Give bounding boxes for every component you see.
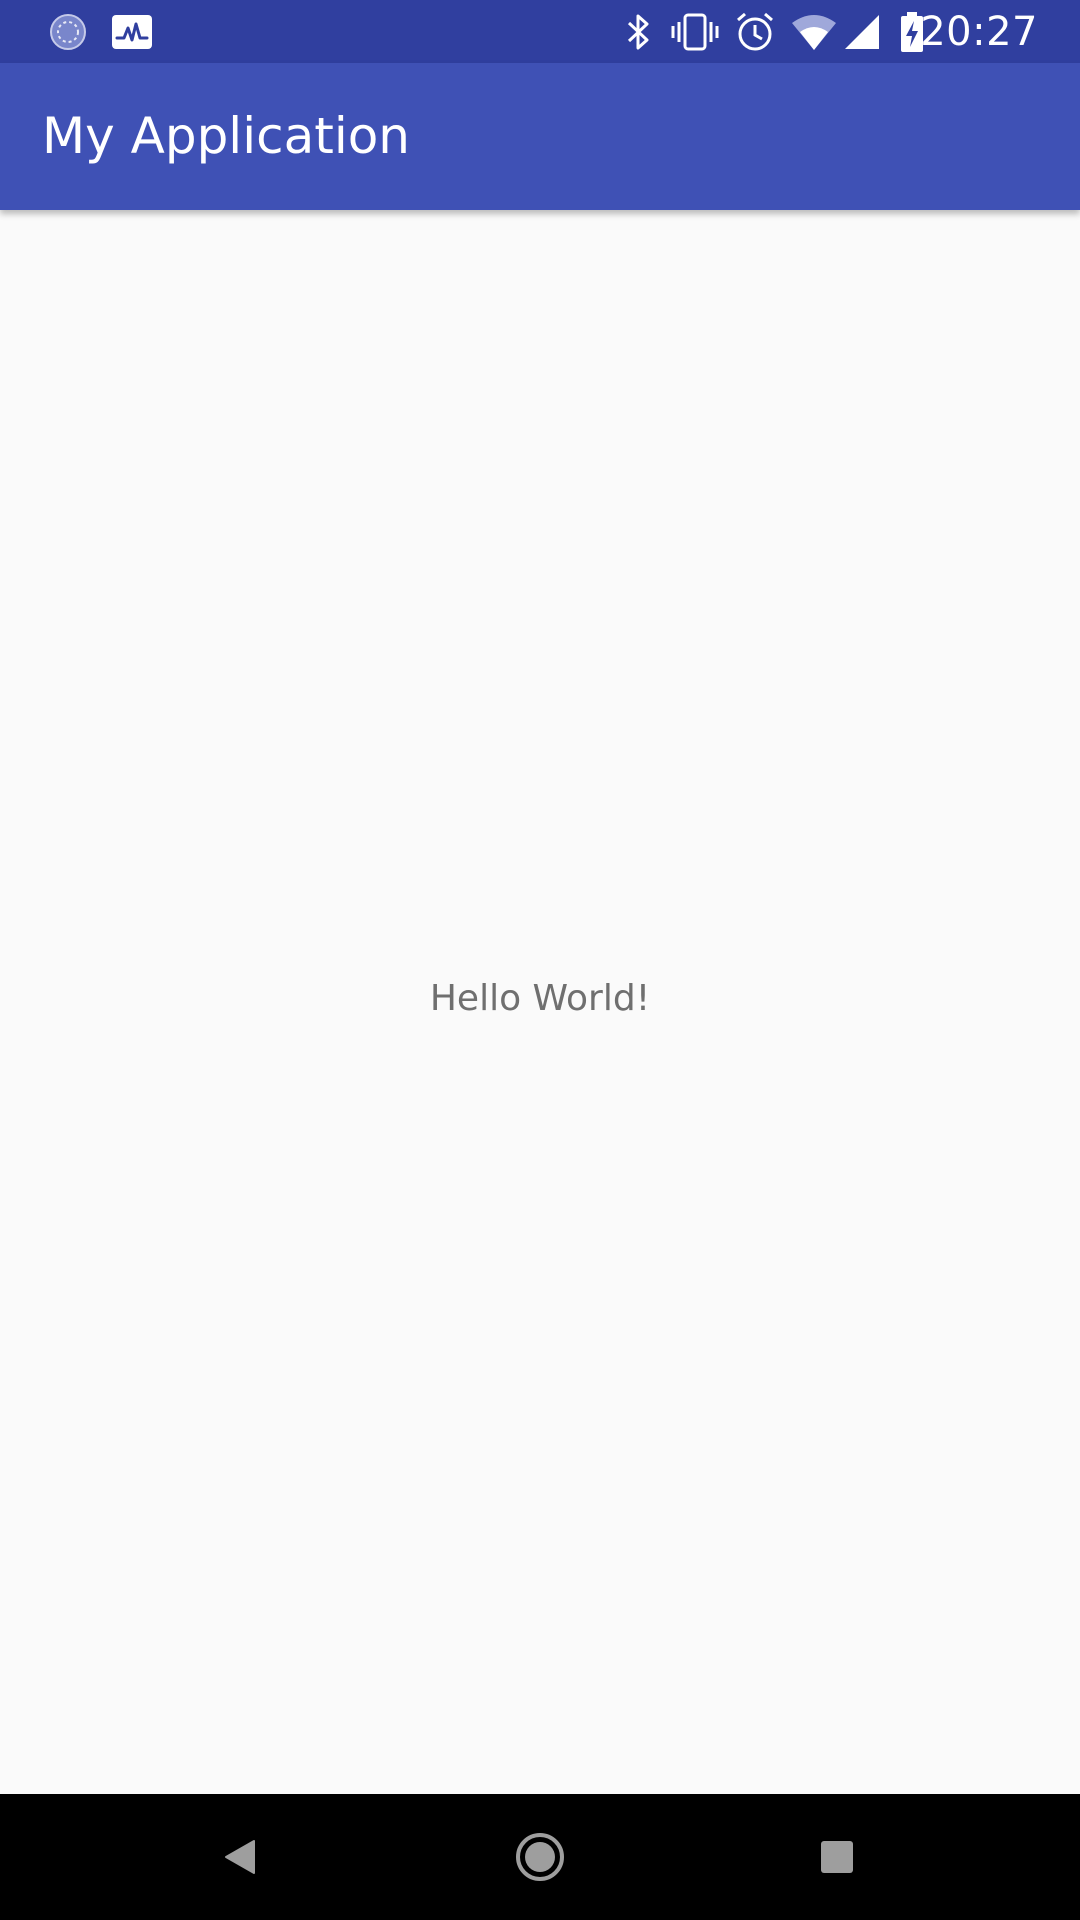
alarm-icon bbox=[733, 10, 777, 54]
navigation-bar bbox=[0, 1794, 1080, 1920]
vibrate-icon bbox=[670, 10, 720, 54]
recents-button[interactable] bbox=[797, 1817, 877, 1897]
app-bar: My Application bbox=[0, 63, 1080, 210]
back-button[interactable] bbox=[201, 1817, 281, 1897]
bluetooth-icon bbox=[624, 10, 654, 54]
status-time: 20:27 bbox=[920, 9, 1038, 55]
app-title: My Application bbox=[42, 107, 410, 165]
activity-chart-icon bbox=[110, 10, 154, 54]
back-icon bbox=[225, 1840, 255, 1874]
home-button[interactable] bbox=[500, 1817, 580, 1897]
home-icon bbox=[516, 1833, 564, 1881]
status-bar: 20:27 bbox=[0, 0, 1080, 63]
cellular-signal-icon bbox=[842, 10, 882, 54]
wifi-icon bbox=[790, 10, 838, 54]
recents-icon bbox=[821, 1841, 853, 1873]
sync-icon bbox=[46, 10, 90, 54]
main-content: Hello World! bbox=[0, 210, 1080, 1794]
hello-world-text: Hello World! bbox=[429, 978, 651, 1019]
